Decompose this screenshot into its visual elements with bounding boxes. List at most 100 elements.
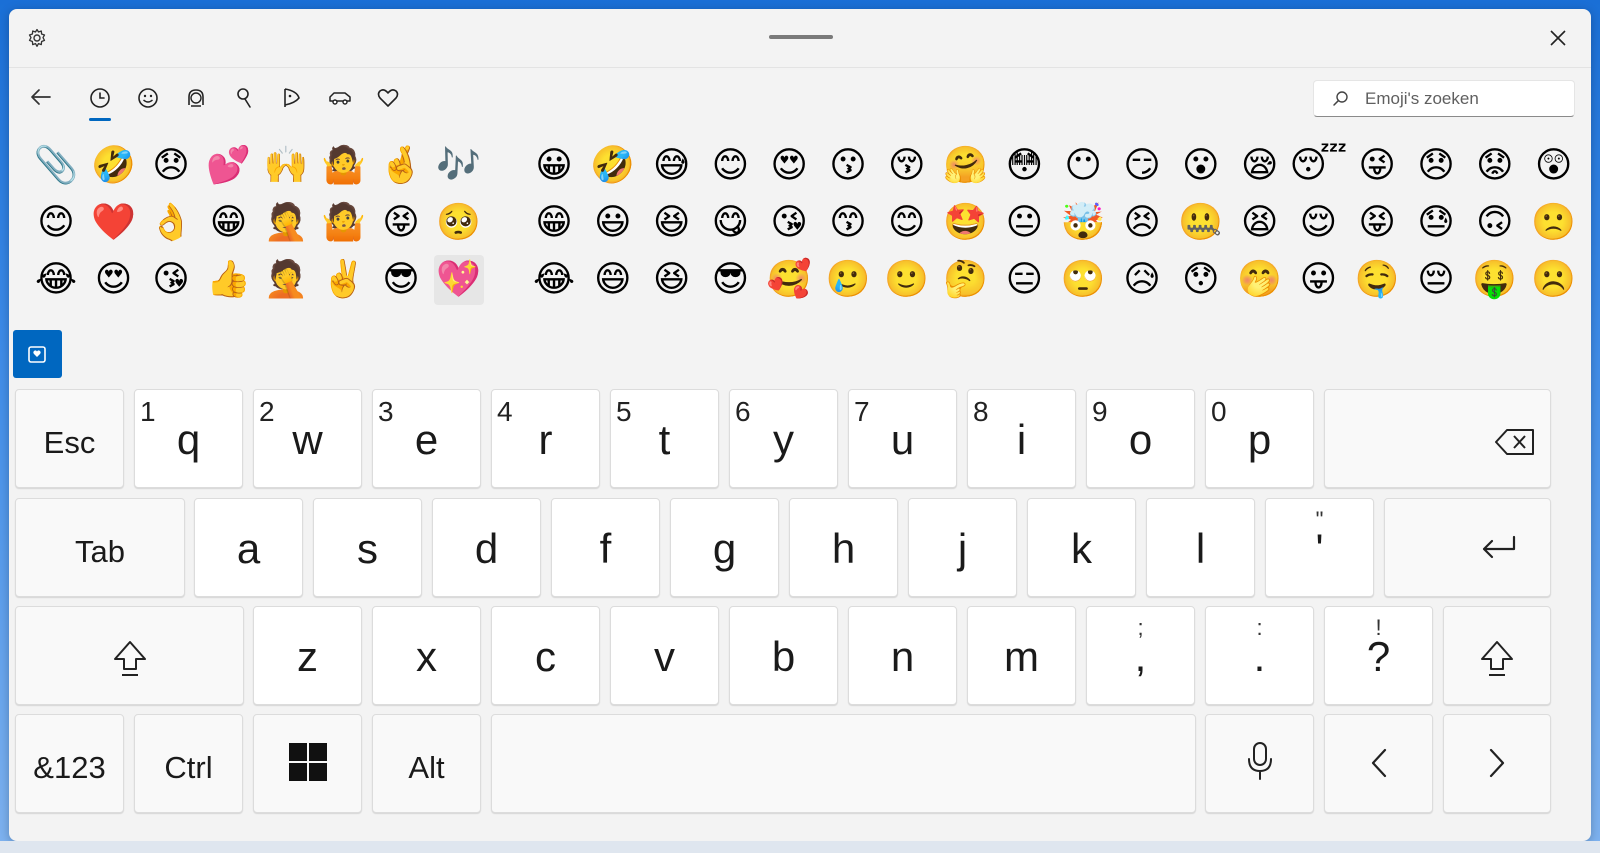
- alt-key[interactable]: Alt: [372, 714, 481, 813]
- car-icon[interactable]: [327, 85, 353, 111]
- key-period[interactable]: :.: [1205, 606, 1314, 705]
- emoji-cell[interactable]: 🙁: [1529, 198, 1579, 248]
- emoji-cell[interactable]: 🤔: [941, 255, 991, 305]
- key-c[interactable]: c: [491, 606, 600, 705]
- emoji-cell[interactable]: 😆: [647, 255, 697, 305]
- key-l[interactable]: l: [1146, 498, 1255, 597]
- key-b[interactable]: b: [729, 606, 838, 705]
- gear-icon[interactable]: [27, 28, 47, 48]
- emoji-cell[interactable]: 🤣: [588, 141, 638, 191]
- emoji-cell[interactable]: 😣: [1117, 198, 1167, 248]
- esc-key[interactable]: Esc: [15, 389, 124, 488]
- emoji-cell[interactable]: 😞: [146, 141, 196, 191]
- windows-key[interactable]: [253, 714, 362, 813]
- emoji-cell[interactable]: 😑: [999, 255, 1049, 305]
- emoji-cell[interactable]: 🥲: [823, 255, 873, 305]
- emoji-cell[interactable]: 🙂: [882, 255, 932, 305]
- emoji-cell[interactable]: 😊: [705, 141, 755, 191]
- key-e[interactable]: 3e: [372, 389, 481, 488]
- emoji-cell[interactable]: 😘: [146, 255, 196, 305]
- emoji-cell[interactable]: 😓: [1411, 198, 1461, 248]
- key-question[interactable]: !?: [1324, 606, 1433, 705]
- emoji-cell[interactable]: 😯: [1176, 255, 1226, 305]
- clock-icon[interactable]: [87, 85, 113, 111]
- tab-key[interactable]: Tab: [15, 498, 185, 597]
- key-v[interactable]: v: [610, 606, 719, 705]
- emoji-cell[interactable]: 💕: [204, 141, 254, 191]
- key-m[interactable]: m: [967, 606, 1076, 705]
- emoji-cell[interactable]: 😐: [999, 198, 1049, 248]
- emoji-cell[interactable]: 😞: [1411, 141, 1461, 191]
- heart-icon[interactable]: [375, 85, 401, 111]
- emoji-cell[interactable]: 😍: [89, 255, 139, 305]
- space-key[interactable]: [491, 714, 1196, 813]
- emoji-cell[interactable]: 📎: [31, 141, 81, 191]
- key-apostrophe[interactable]: " ': [1265, 498, 1374, 597]
- ctrl-key[interactable]: Ctrl: [134, 714, 243, 813]
- key-n[interactable]: n: [848, 606, 957, 705]
- emoji-cell[interactable]: 😴: [1290, 141, 1348, 191]
- emoji-cell[interactable]: 🤦: [261, 255, 311, 305]
- key-f[interactable]: f: [551, 498, 660, 597]
- emoji-cell[interactable]: 🤐: [1176, 198, 1226, 248]
- emoji-cell[interactable]: 😝: [376, 198, 426, 248]
- symbols-icon[interactable]: [231, 85, 257, 111]
- backspace-key[interactable]: [1324, 389, 1551, 488]
- emoji-cell[interactable]: 👌: [146, 198, 196, 248]
- emoji-cell[interactable]: 🙃: [1470, 198, 1520, 248]
- key-r[interactable]: 4r: [491, 389, 600, 488]
- key-s[interactable]: s: [313, 498, 422, 597]
- emoji-cell[interactable]: 🤑: [1470, 255, 1520, 305]
- emoji-cell[interactable]: 😲: [1529, 141, 1579, 191]
- emoji-cell[interactable]: 🤯: [1058, 198, 1108, 248]
- emoji-cell[interactable]: 🤷: [319, 198, 369, 248]
- emoji-cell[interactable]: 😏: [1117, 141, 1167, 191]
- emoji-cell[interactable]: 😗: [823, 141, 873, 191]
- key-z[interactable]: z: [253, 606, 362, 705]
- emoji-cell[interactable]: 😙: [823, 198, 873, 248]
- emoji-cell[interactable]: 😌: [1293, 198, 1343, 248]
- emoji-cell[interactable]: 😥: [1117, 255, 1167, 305]
- key-comma[interactable]: ;,: [1086, 606, 1195, 705]
- emoji-cell[interactable]: 💖: [433, 255, 484, 305]
- emoji-cell[interactable]: 🎶: [434, 141, 484, 191]
- emoji-cell[interactable]: 😃: [588, 198, 638, 248]
- emoji-cell[interactable]: 🤣: [89, 141, 139, 191]
- key-k[interactable]: k: [1027, 498, 1136, 597]
- emoji-cell[interactable]: 🤤: [1352, 255, 1402, 305]
- emoji-cell[interactable]: 🥺: [434, 198, 484, 248]
- emoji-cell[interactable]: 🙄: [1058, 255, 1108, 305]
- close-icon[interactable]: [1547, 27, 1569, 49]
- emoji-cell[interactable]: 🙌: [261, 141, 311, 191]
- chevron-left-key[interactable]: [1324, 714, 1433, 813]
- drag-handle[interactable]: [769, 35, 833, 39]
- key-j[interactable]: j: [908, 498, 1017, 597]
- chevron-right-key[interactable]: [1443, 714, 1551, 813]
- emoji-cell[interactable]: 😊: [882, 198, 932, 248]
- emoji-cell[interactable]: 😚: [882, 141, 932, 191]
- emoji-cell[interactable]: ✌️: [319, 255, 369, 305]
- emoji-cell[interactable]: 😋: [705, 198, 755, 248]
- enter-key[interactable]: [1384, 498, 1551, 597]
- favorites-button[interactable]: [13, 330, 62, 378]
- emoji-cell[interactable]: 😫: [1235, 198, 1285, 248]
- smiley-icon[interactable]: [135, 85, 161, 111]
- emoji-cell[interactable]: 😂: [529, 255, 579, 305]
- symbols-key[interactable]: &123: [15, 714, 124, 813]
- emoji-cell[interactable]: 👍: [204, 255, 254, 305]
- emoji-cell[interactable]: 😀: [529, 141, 579, 191]
- title-bar[interactable]: [9, 9, 1591, 68]
- emoji-cell[interactable]: 😁: [204, 198, 254, 248]
- emoji-cell[interactable]: 😔: [1411, 255, 1461, 305]
- emoji-cell[interactable]: ☹️: [1529, 255, 1579, 305]
- key-x[interactable]: x: [372, 606, 481, 705]
- key-a[interactable]: a: [194, 498, 303, 597]
- emoji-cell[interactable]: 😪: [1235, 141, 1285, 191]
- emoji-cell[interactable]: 😆: [647, 198, 697, 248]
- emoji-cell[interactable]: 😍: [764, 141, 814, 191]
- emoji-cell[interactable]: 🥰: [764, 255, 814, 305]
- emoji-cell[interactable]: 😁: [529, 198, 579, 248]
- microphone-key[interactable]: [1205, 714, 1314, 813]
- emoji-cell[interactable]: 😶: [1058, 141, 1108, 191]
- arrow-left-icon[interactable]: [29, 85, 53, 109]
